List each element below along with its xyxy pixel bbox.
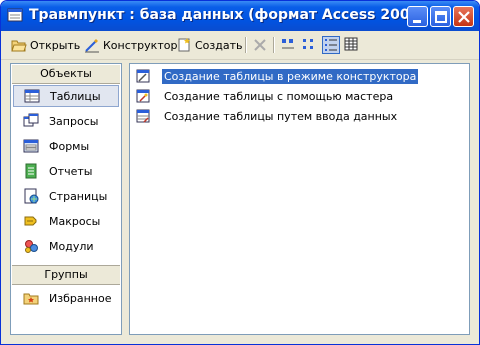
list-item[interactable]: Создание таблицы с помощью мастера [136, 88, 395, 104]
window-title: Травмпункт : база данных (формат Access … [29, 7, 426, 23]
delete-button[interactable] [252, 36, 271, 54]
database-window: Травмпункт : база данных (формат Access … [0, 0, 480, 345]
maximize-icon [435, 11, 447, 23]
create-icon [178, 38, 190, 52]
sidebar-item-label: Избранное [49, 291, 112, 305]
delete-icon [254, 39, 266, 51]
minimize-icon [413, 20, 421, 23]
design-table-icon [136, 69, 150, 83]
sidebar-item-queries[interactable]: Запросы [13, 110, 119, 132]
page-icon [24, 188, 39, 204]
create-button[interactable]: Создать [176, 36, 243, 54]
minimize-button[interactable] [407, 6, 428, 27]
favorites-folder-icon [23, 293, 39, 305]
large-icons-icon [282, 39, 294, 49]
design-label: Конструктор [103, 38, 178, 52]
sidebar-item-label: Макросы [49, 214, 101, 228]
toolbar-separator [245, 37, 247, 53]
module-icon [25, 240, 38, 253]
sidebar-item-macros[interactable]: Макросы [13, 210, 119, 232]
design-icon [85, 39, 99, 53]
list-view-icon [325, 39, 337, 51]
details-view-button[interactable] [343, 36, 361, 54]
list-item-label: Создание таблицы путем ввода данных [164, 109, 398, 123]
macro-icon [24, 216, 37, 226]
sidebar-item-forms[interactable]: Формы [13, 135, 119, 157]
list-item-label: Создание таблицы с помощью мастера [164, 89, 394, 103]
query-icon [23, 113, 39, 127]
sidebar-item-pages[interactable]: Страницы [13, 185, 119, 207]
objects-bar: Объекты Таблицы Запросы Формы Отчеты Стр… [10, 63, 122, 335]
datasheet-table-icon [136, 109, 150, 123]
sidebar-item-reports[interactable]: Отчеты [13, 160, 119, 182]
objects-list: Создание таблицы в режиме конструктора С… [129, 63, 470, 335]
sidebar-item-label: Запросы [49, 114, 99, 128]
sidebar-item-label: Страницы [49, 189, 108, 203]
toolbar: Открыть Конструктор Создать [1, 31, 479, 60]
open-label: Открыть [30, 38, 81, 52]
table-icon [24, 89, 40, 103]
objects-group-header[interactable]: Объекты [12, 65, 120, 84]
design-button[interactable]: Конструктор [84, 36, 177, 54]
list-item-label: Создание таблицы в режиме конструктора [162, 68, 419, 84]
report-icon [25, 163, 37, 179]
open-folder-icon [11, 40, 27, 52]
groups-group-header[interactable]: Группы [12, 265, 120, 285]
title-bar[interactable]: Травмпункт : база данных (формат Access … [1, 1, 479, 31]
list-item[interactable]: Создание таблицы в режиме конструктора [136, 68, 419, 84]
maximize-button[interactable] [430, 6, 451, 27]
large-icons-view-button[interactable] [280, 36, 298, 54]
close-icon [458, 11, 470, 23]
list-view-button[interactable] [322, 36, 340, 54]
details-view-icon [344, 37, 358, 51]
sidebar-item-tables[interactable]: Таблицы [13, 85, 119, 107]
sidebar-item-label: Отчеты [49, 164, 93, 178]
form-icon [23, 139, 39, 153]
close-button[interactable] [453, 6, 474, 27]
small-icons-view-button[interactable] [301, 36, 319, 54]
sidebar-item-label: Модули [49, 239, 94, 253]
sidebar-item-label: Таблицы [50, 89, 101, 103]
create-label: Создать [195, 38, 243, 52]
open-button[interactable]: Открыть [11, 36, 80, 54]
wizard-table-icon [136, 89, 150, 103]
toolbar-separator [273, 37, 275, 53]
list-item[interactable]: Создание таблицы путем ввода данных [136, 108, 399, 124]
sidebar-item-modules[interactable]: Модули [13, 235, 119, 257]
sidebar-item-favorites[interactable]: Избранное [13, 287, 119, 309]
sidebar-item-label: Формы [49, 139, 90, 153]
database-window-icon [7, 8, 23, 22]
small-icons-icon [303, 39, 313, 49]
